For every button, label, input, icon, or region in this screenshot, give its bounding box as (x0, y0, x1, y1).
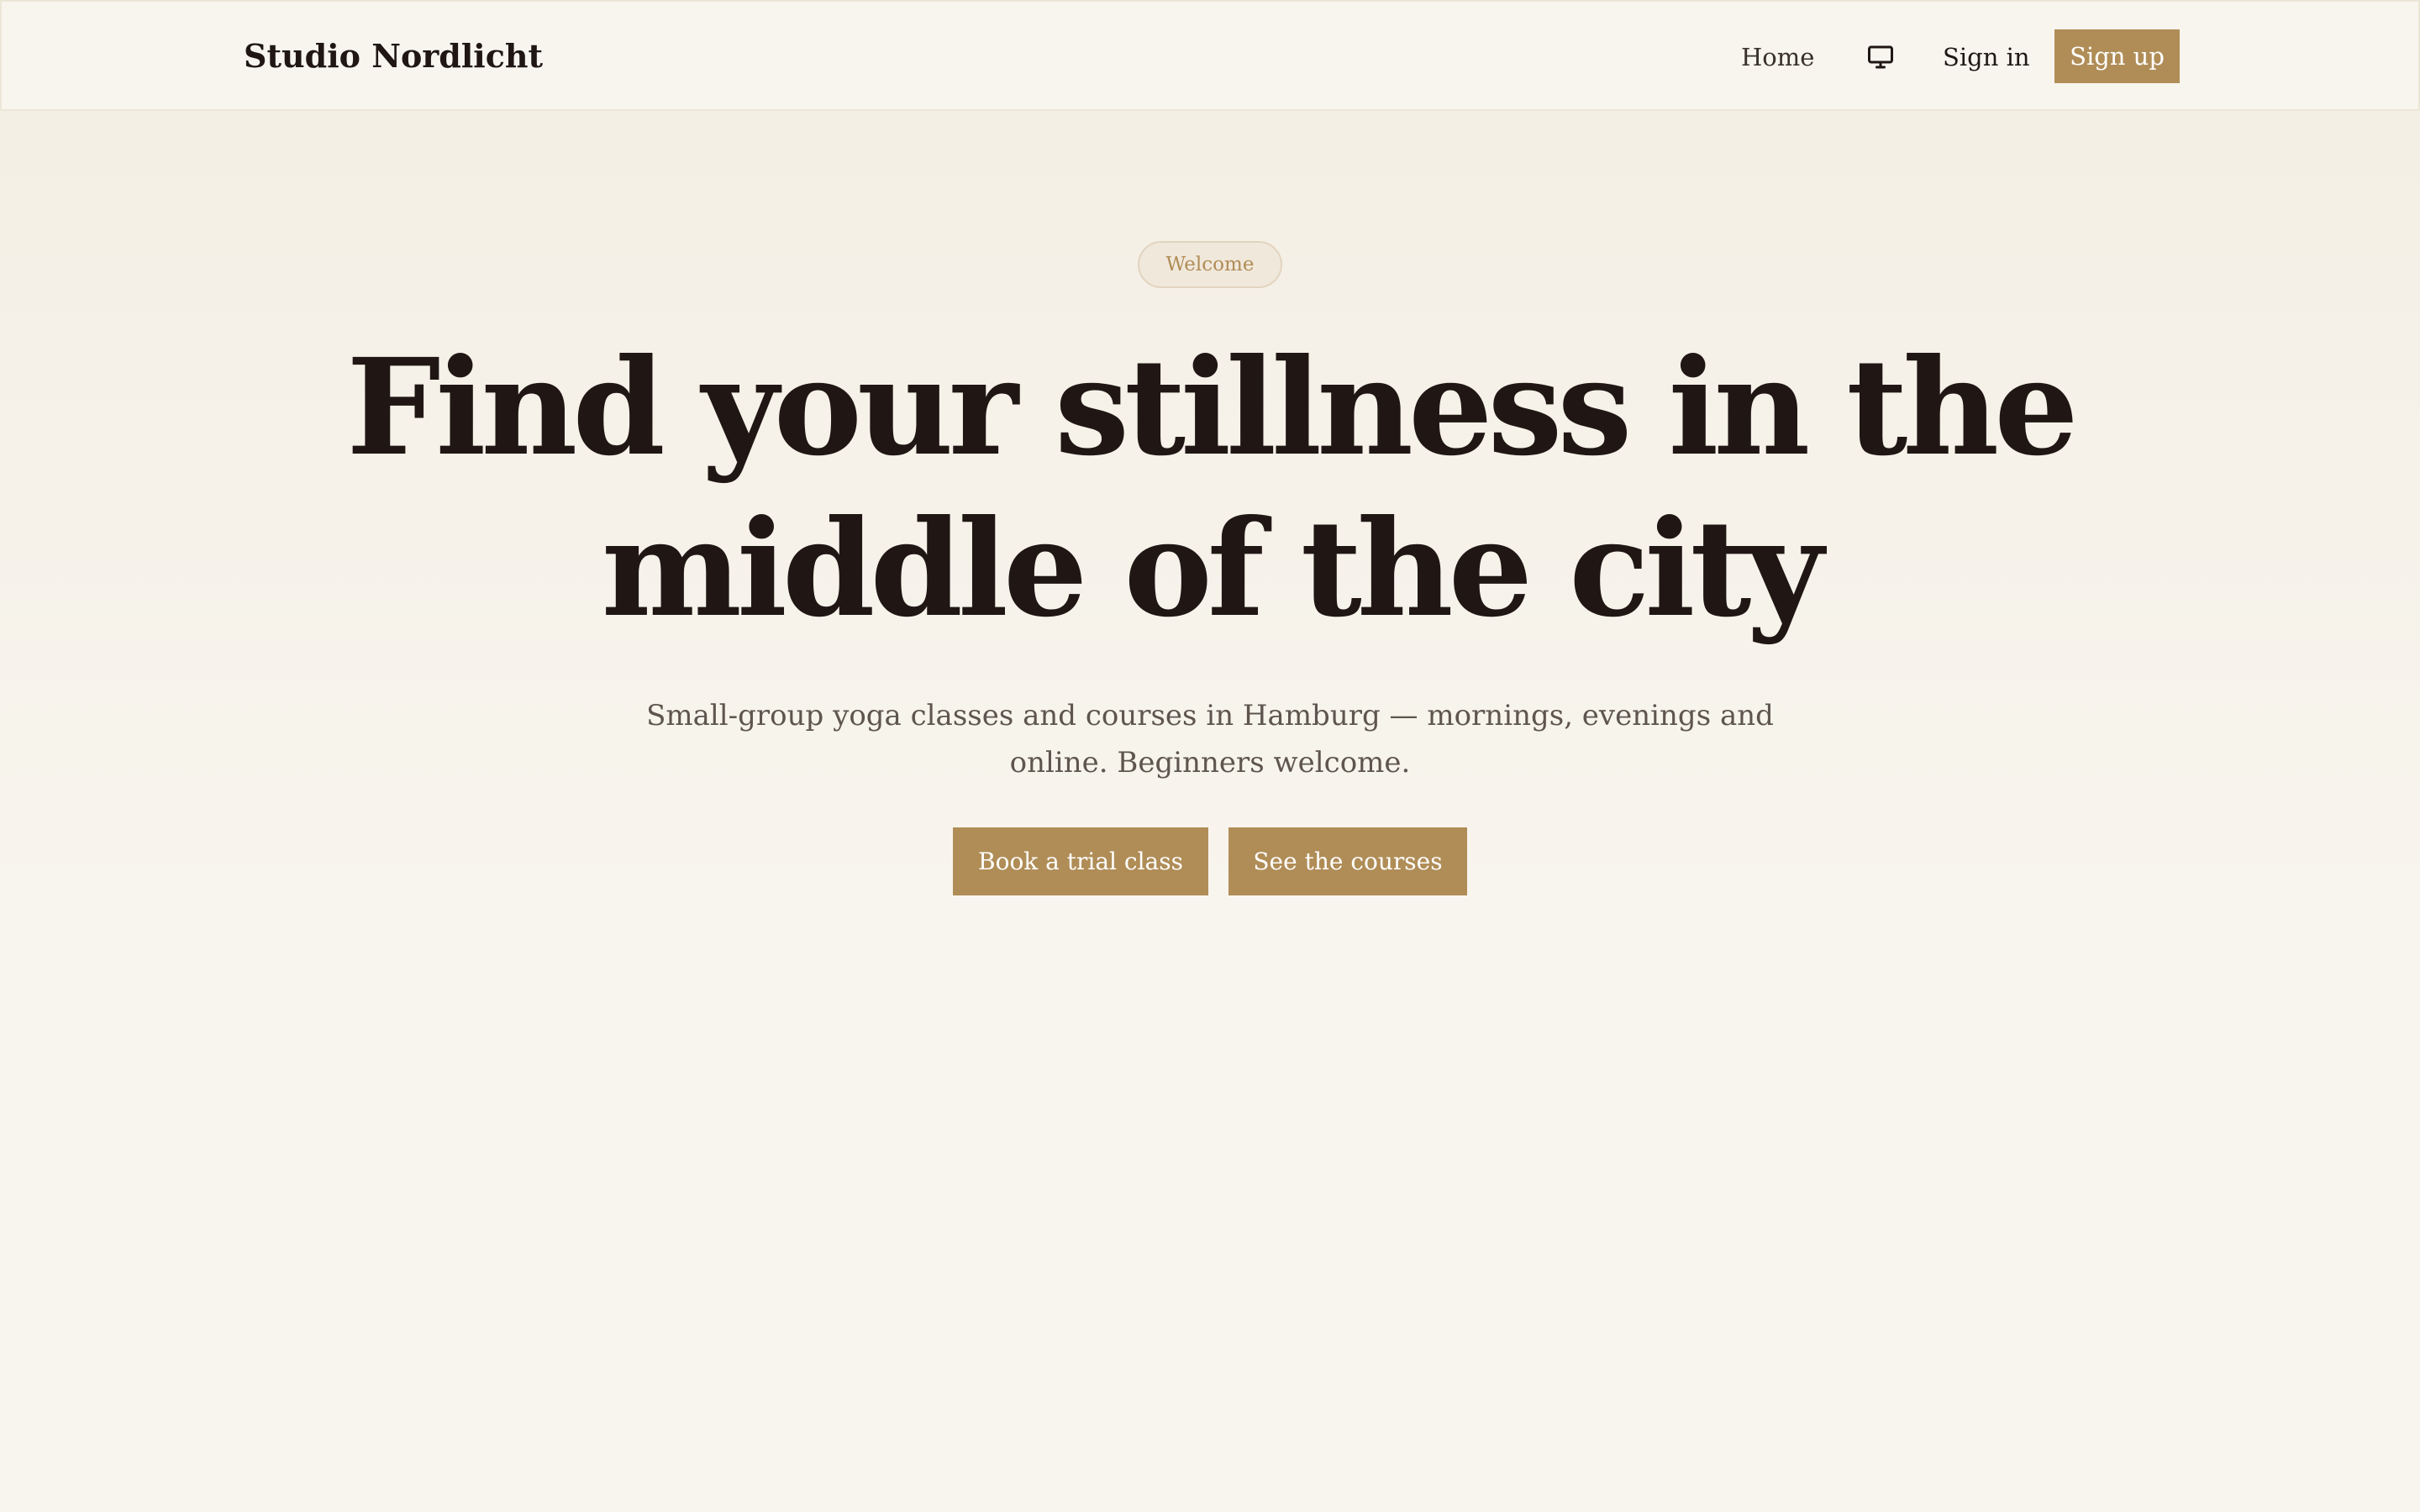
nav-link-home[interactable]: Home (1741, 40, 1814, 74)
brand-logo[interactable]: Studio Nordlicht (244, 35, 543, 77)
hero-subtitle: Small-group yoga classes and courses in … (646, 699, 1774, 780)
book-trial-class-button[interactable]: Book a trial class (953, 827, 1208, 895)
see-courses-button[interactable]: See the courses (1228, 827, 1467, 895)
sign-in-link[interactable]: Sign in (1943, 40, 2030, 74)
top-navbar: Studio Nordlicht Home Sign in Sign up (0, 0, 2420, 111)
sign-up-button[interactable]: Sign up (2054, 29, 2180, 83)
welcome-badge: Welcome (1138, 241, 1282, 288)
hero-title: Find your stillness in the middle of the… (346, 330, 2078, 647)
monitor-icon[interactable] (1865, 42, 1896, 72)
